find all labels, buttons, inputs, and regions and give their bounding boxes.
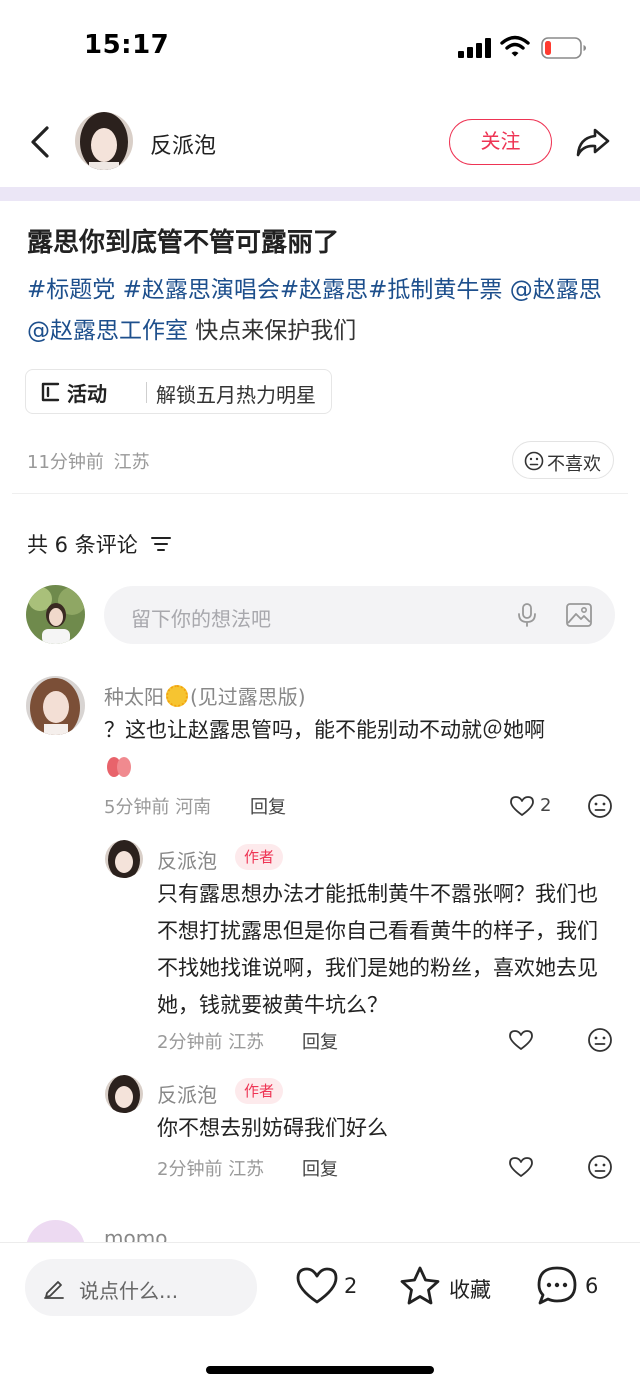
- sun-emoji-icon: [166, 685, 188, 707]
- comment-text: ？这也让赵露思管吗，能不能别动不动就＠她啊: [104, 712, 604, 779]
- activity-icon: [41, 382, 60, 402]
- pencil-icon: [44, 1281, 64, 1299]
- commenter-name[interactable]: 种太阳 (见过露思版): [104, 681, 306, 710]
- post-comment-count: 6: [585, 1274, 599, 1298]
- neutral-face-icon[interactable]: [587, 793, 613, 819]
- reply-text: 你不想去别妨碍我们好么: [157, 1116, 388, 1140]
- pray-emoji-icon: [104, 751, 134, 779]
- activity-label: 活动: [67, 382, 107, 406]
- reply-button[interactable]: 回复: [250, 793, 286, 819]
- neutral-face-icon: [524, 451, 544, 471]
- neutral-face-icon[interactable]: [587, 1027, 613, 1053]
- wifi-icon: [500, 35, 530, 57]
- author-badge: 作者: [235, 844, 284, 870]
- reply-author-name[interactable]: 反派泡: [157, 1079, 217, 1108]
- hashtag-link[interactable]: #抵制黄牛票: [368, 277, 510, 303]
- author-avatar[interactable]: [75, 112, 133, 170]
- collect-label[interactable]: 收藏: [449, 1274, 491, 1304]
- home-indicator: [206, 1366, 434, 1374]
- battery-icon: [541, 37, 586, 59]
- heart-icon[interactable]: [508, 1155, 534, 1179]
- like-icon[interactable]: [295, 1265, 339, 1307]
- reply-meta: 2分钟前 江苏: [157, 1032, 265, 1053]
- activity-separator: [146, 382, 147, 403]
- my-avatar[interactable]: [26, 585, 85, 644]
- post-location: 江苏: [113, 452, 150, 473]
- author-reply-avatar[interactable]: [105, 840, 143, 878]
- microphone-icon[interactable]: [516, 602, 538, 628]
- comment-input-placeholder: 留下你的想法吧: [131, 607, 271, 631]
- comment-icon[interactable]: [535, 1264, 579, 1308]
- heart-icon[interactable]: [509, 794, 535, 818]
- mention-link[interactable]: @赵露思工作室: [27, 318, 188, 344]
- reply-text: 只有露思想办法才能抵制黄牛不嚣张啊？我们也不想打扰露思但是你自己看看黄牛的样子，…: [157, 882, 598, 1017]
- post-meta: 11分钟前 江苏: [27, 448, 150, 474]
- author-reply-avatar[interactable]: [105, 1075, 143, 1113]
- sort-icon[interactable]: [150, 534, 172, 554]
- comment-input[interactable]: 留下你的想法吧: [104, 586, 615, 644]
- bottom-action-bar: 说点什么... 2 收藏 6: [0, 1242, 640, 1388]
- hashtag-link[interactable]: #标题党: [27, 277, 123, 303]
- image-icon[interactable]: [565, 602, 593, 628]
- star-icon[interactable]: [398, 1265, 442, 1307]
- post-time: 11分钟前: [27, 452, 104, 473]
- follow-button[interactable]: 关注: [449, 119, 552, 165]
- share-icon[interactable]: [573, 122, 613, 162]
- hashtag-link[interactable]: #赵露思演唱会: [123, 277, 280, 303]
- post-header: 反派泡 关注: [0, 100, 640, 186]
- author-badge: 作者: [235, 1078, 284, 1104]
- reply-button[interactable]: 回复: [302, 1028, 338, 1054]
- post-title: 露思你到底管不管可露丽了: [27, 228, 340, 258]
- like-count: 2: [540, 795, 552, 816]
- neutral-face-icon[interactable]: [587, 1154, 613, 1180]
- mention-link[interactable]: @赵露思: [510, 277, 602, 303]
- post-text: 快点来保护我们: [188, 318, 357, 344]
- bottom-comment-input[interactable]: 说点什么...: [25, 1259, 257, 1316]
- reply-meta: 2分钟前 江苏: [157, 1159, 265, 1180]
- author-name[interactable]: 反派泡: [150, 128, 216, 160]
- heart-icon[interactable]: [508, 1028, 534, 1052]
- commenter-avatar[interactable]: [26, 676, 85, 735]
- section-divider: [0, 187, 640, 201]
- post-like-count: 2: [344, 1274, 358, 1298]
- dislike-button[interactable]: 不喜欢: [512, 441, 614, 479]
- reply-author-name[interactable]: 反派泡: [157, 845, 217, 874]
- dislike-label: 不喜欢: [547, 454, 601, 475]
- divider: [12, 493, 628, 494]
- back-button[interactable]: [22, 120, 62, 164]
- post-body: #标题党 #赵露思演唱会#赵露思#抵制黄牛票 @赵露思 @赵露思工作室 快点来保…: [27, 270, 619, 352]
- hashtag-link[interactable]: #赵露思: [280, 277, 368, 303]
- bottom-input-placeholder: 说点什么...: [79, 1279, 179, 1303]
- status-time: 15:17: [84, 30, 170, 60]
- comment-meta: 5分钟前 河南: [104, 797, 212, 818]
- reply-button[interactable]: 回复: [302, 1155, 338, 1181]
- activity-text: 解锁五月热力明星: [156, 383, 316, 407]
- activity-chip[interactable]: 活动 解锁五月热力明星: [25, 369, 332, 414]
- comment-count: 共 6 条评论: [27, 533, 138, 557]
- cellular-signal-icon: [458, 38, 492, 58]
- status-bar: 15:17: [0, 0, 640, 96]
